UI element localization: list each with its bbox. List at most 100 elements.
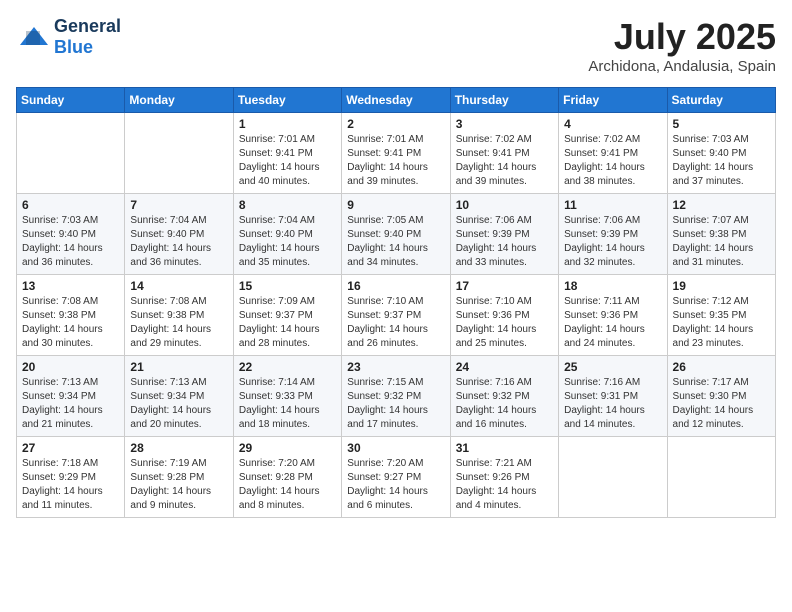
logo-blue: Blue: [54, 37, 93, 57]
day-detail: Sunrise: 7:09 AMSunset: 9:37 PMDaylight:…: [239, 295, 336, 351]
day-detail: Sunrise: 7:13 AMSunset: 9:34 PMDaylight:…: [130, 376, 227, 432]
day-number: 20: [22, 360, 119, 374]
day-detail: Sunrise: 7:13 AMSunset: 9:34 PMDaylight:…: [22, 376, 119, 432]
day-detail: Sunrise: 7:15 AMSunset: 9:32 PMDaylight:…: [347, 376, 444, 432]
calendar-day-cell: 16 Sunrise: 7:10 AMSunset: 9:37 PMDayligh…: [342, 275, 450, 356]
calendar-week-row: 1Sunrise: 7:01 AMSunset: 9:41 PMDaylight…: [17, 113, 776, 194]
calendar-week-row: 27 Sunrise: 7:18 AMSunset: 9:29 PMDayligh…: [17, 437, 776, 518]
day-detail: Sunrise: 7:14 AMSunset: 9:33 PMDaylight:…: [239, 376, 336, 432]
calendar-day-cell: 20 Sunrise: 7:13 AMSunset: 9:34 PMDayligh…: [17, 356, 125, 437]
calendar-week-row: 20 Sunrise: 7:13 AMSunset: 9:34 PMDayligh…: [17, 356, 776, 437]
day-detail: Sunrise: 7:07 AMSunset: 9:38 PMDaylight:…: [673, 214, 770, 270]
calendar-day-cell: 17 Sunrise: 7:10 AMSunset: 9:36 PMDayligh…: [450, 275, 558, 356]
day-number: 29: [239, 441, 336, 455]
day-number: 7: [130, 198, 227, 212]
day-number: 3: [456, 117, 553, 131]
day-number: 30: [347, 441, 444, 455]
calendar-day-cell: 22 Sunrise: 7:14 AMSunset: 9:33 PMDayligh…: [233, 356, 341, 437]
logo-text: General Blue: [54, 16, 121, 58]
day-number: 27: [22, 441, 119, 455]
day-of-week-header: Friday: [559, 88, 667, 113]
day-number: 9: [347, 198, 444, 212]
day-detail: Sunrise: 7:08 AMSunset: 9:38 PMDaylight:…: [130, 295, 227, 351]
day-number: 12: [673, 198, 770, 212]
calendar-week-row: 13 Sunrise: 7:08 AMSunset: 9:38 PMDayligh…: [17, 275, 776, 356]
calendar-day-cell: 5 Sunrise: 7:03 AMSunset: 9:40 PMDaylight…: [667, 113, 775, 194]
day-detail: Sunrise: 7:03 AMSunset: 9:40 PMDaylight:…: [22, 214, 119, 270]
calendar-day-cell: 19 Sunrise: 7:12 AMSunset: 9:35 PMDayligh…: [667, 275, 775, 356]
day-number: 23: [347, 360, 444, 374]
day-number: 19: [673, 279, 770, 293]
day-detail: Sunrise: 7:20 AMSunset: 9:27 PMDaylight:…: [347, 457, 444, 513]
calendar-day-cell: 31Sunrise: 7:21 AMSunset: 9:26 PMDayligh…: [450, 437, 558, 518]
day-of-week-header: Saturday: [667, 88, 775, 113]
day-number: 31: [456, 441, 553, 455]
day-number: 21: [130, 360, 227, 374]
calendar-day-cell: 24Sunrise: 7:16 AMSunset: 9:32 PMDayligh…: [450, 356, 558, 437]
calendar-day-cell: [125, 113, 233, 194]
day-number: 11: [564, 198, 661, 212]
calendar-day-cell: [17, 113, 125, 194]
day-detail: Sunrise: 7:04 AMSunset: 9:40 PMDaylight:…: [130, 214, 227, 270]
day-number: 22: [239, 360, 336, 374]
day-detail: Sunrise: 7:20 AMSunset: 9:28 PMDaylight:…: [239, 457, 336, 513]
day-detail: Sunrise: 7:10 AMSunset: 9:36 PMDaylight:…: [456, 295, 553, 351]
calendar-day-cell: 28Sunrise: 7:19 AMSunset: 9:28 PMDayligh…: [125, 437, 233, 518]
day-number: 5: [673, 117, 770, 131]
day-number: 26: [673, 360, 770, 374]
day-detail: Sunrise: 7:12 AMSunset: 9:35 PMDaylight:…: [673, 295, 770, 351]
location-title: Archidona, Andalusia, Spain: [588, 58, 776, 75]
day-number: 24: [456, 360, 553, 374]
day-detail: Sunrise: 7:03 AMSunset: 9:40 PMDaylight:…: [673, 133, 770, 189]
page-header: General Blue July 2025 Archidona, Andalu…: [16, 16, 776, 75]
day-detail: Sunrise: 7:18 AMSunset: 9:29 PMDaylight:…: [22, 457, 119, 513]
day-number: 10: [456, 198, 553, 212]
day-number: 4: [564, 117, 661, 131]
day-of-week-header: Tuesday: [233, 88, 341, 113]
day-of-week-header: Thursday: [450, 88, 558, 113]
day-detail: Sunrise: 7:08 AMSunset: 9:38 PMDaylight:…: [22, 295, 119, 351]
day-number: 16: [347, 279, 444, 293]
day-detail: Sunrise: 7:02 AMSunset: 9:41 PMDaylight:…: [456, 133, 553, 189]
day-number: 13: [22, 279, 119, 293]
calendar-day-cell: [667, 437, 775, 518]
calendar-day-cell: 23 Sunrise: 7:15 AMSunset: 9:32 PMDayligh…: [342, 356, 450, 437]
day-detail: Sunrise: 7:01 AMSunset: 9:41 PMDaylight:…: [347, 133, 444, 189]
calendar-day-cell: 1Sunrise: 7:01 AMSunset: 9:41 PMDaylight…: [233, 113, 341, 194]
logo-general: General: [54, 16, 121, 36]
calendar-day-cell: 9Sunrise: 7:05 AMSunset: 9:40 PMDaylight…: [342, 194, 450, 275]
day-number: 2: [347, 117, 444, 131]
calendar-day-cell: 30 Sunrise: 7:20 AMSunset: 9:27 PMDayligh…: [342, 437, 450, 518]
calendar-header-row: SundayMondayTuesdayWednesdayThursdayFrid…: [17, 88, 776, 113]
day-number: 18: [564, 279, 661, 293]
day-detail: Sunrise: 7:16 AMSunset: 9:31 PMDaylight:…: [564, 376, 661, 432]
calendar-day-cell: 27 Sunrise: 7:18 AMSunset: 9:29 PMDayligh…: [17, 437, 125, 518]
calendar-day-cell: 13 Sunrise: 7:08 AMSunset: 9:38 PMDayligh…: [17, 275, 125, 356]
day-detail: Sunrise: 7:01 AMSunset: 9:41 PMDaylight:…: [239, 133, 336, 189]
day-number: 28: [130, 441, 227, 455]
day-detail: Sunrise: 7:02 AMSunset: 9:41 PMDaylight:…: [564, 133, 661, 189]
calendar-day-cell: 12 Sunrise: 7:07 AMSunset: 9:38 PMDayligh…: [667, 194, 775, 275]
day-detail: Sunrise: 7:06 AMSunset: 9:39 PMDaylight:…: [456, 214, 553, 270]
calendar-day-cell: 2 Sunrise: 7:01 AMSunset: 9:41 PMDaylight…: [342, 113, 450, 194]
calendar-day-cell: 18Sunrise: 7:11 AMSunset: 9:36 PMDayligh…: [559, 275, 667, 356]
calendar-day-cell: 7 Sunrise: 7:04 AMSunset: 9:40 PMDaylight…: [125, 194, 233, 275]
logo-icon: [16, 23, 52, 51]
calendar-day-cell: 25 Sunrise: 7:16 AMSunset: 9:31 PMDayligh…: [559, 356, 667, 437]
day-number: 15: [239, 279, 336, 293]
logo: General Blue: [16, 16, 121, 58]
calendar-day-cell: 6 Sunrise: 7:03 AMSunset: 9:40 PMDaylight…: [17, 194, 125, 275]
calendar-day-cell: 3 Sunrise: 7:02 AMSunset: 9:41 PMDaylight…: [450, 113, 558, 194]
calendar-day-cell: 29 Sunrise: 7:20 AMSunset: 9:28 PMDayligh…: [233, 437, 341, 518]
title-block: July 2025 Archidona, Andalusia, Spain: [588, 16, 776, 75]
month-title: July 2025: [588, 16, 776, 58]
day-number: 17: [456, 279, 553, 293]
day-number: 6: [22, 198, 119, 212]
day-detail: Sunrise: 7:10 AMSunset: 9:37 PMDaylight:…: [347, 295, 444, 351]
day-of-week-header: Sunday: [17, 88, 125, 113]
calendar-table: SundayMondayTuesdayWednesdayThursdayFrid…: [16, 87, 776, 518]
day-detail: Sunrise: 7:17 AMSunset: 9:30 PMDaylight:…: [673, 376, 770, 432]
calendar-day-cell: 11Sunrise: 7:06 AMSunset: 9:39 PMDayligh…: [559, 194, 667, 275]
calendar-day-cell: 14Sunrise: 7:08 AMSunset: 9:38 PMDayligh…: [125, 275, 233, 356]
day-number: 25: [564, 360, 661, 374]
